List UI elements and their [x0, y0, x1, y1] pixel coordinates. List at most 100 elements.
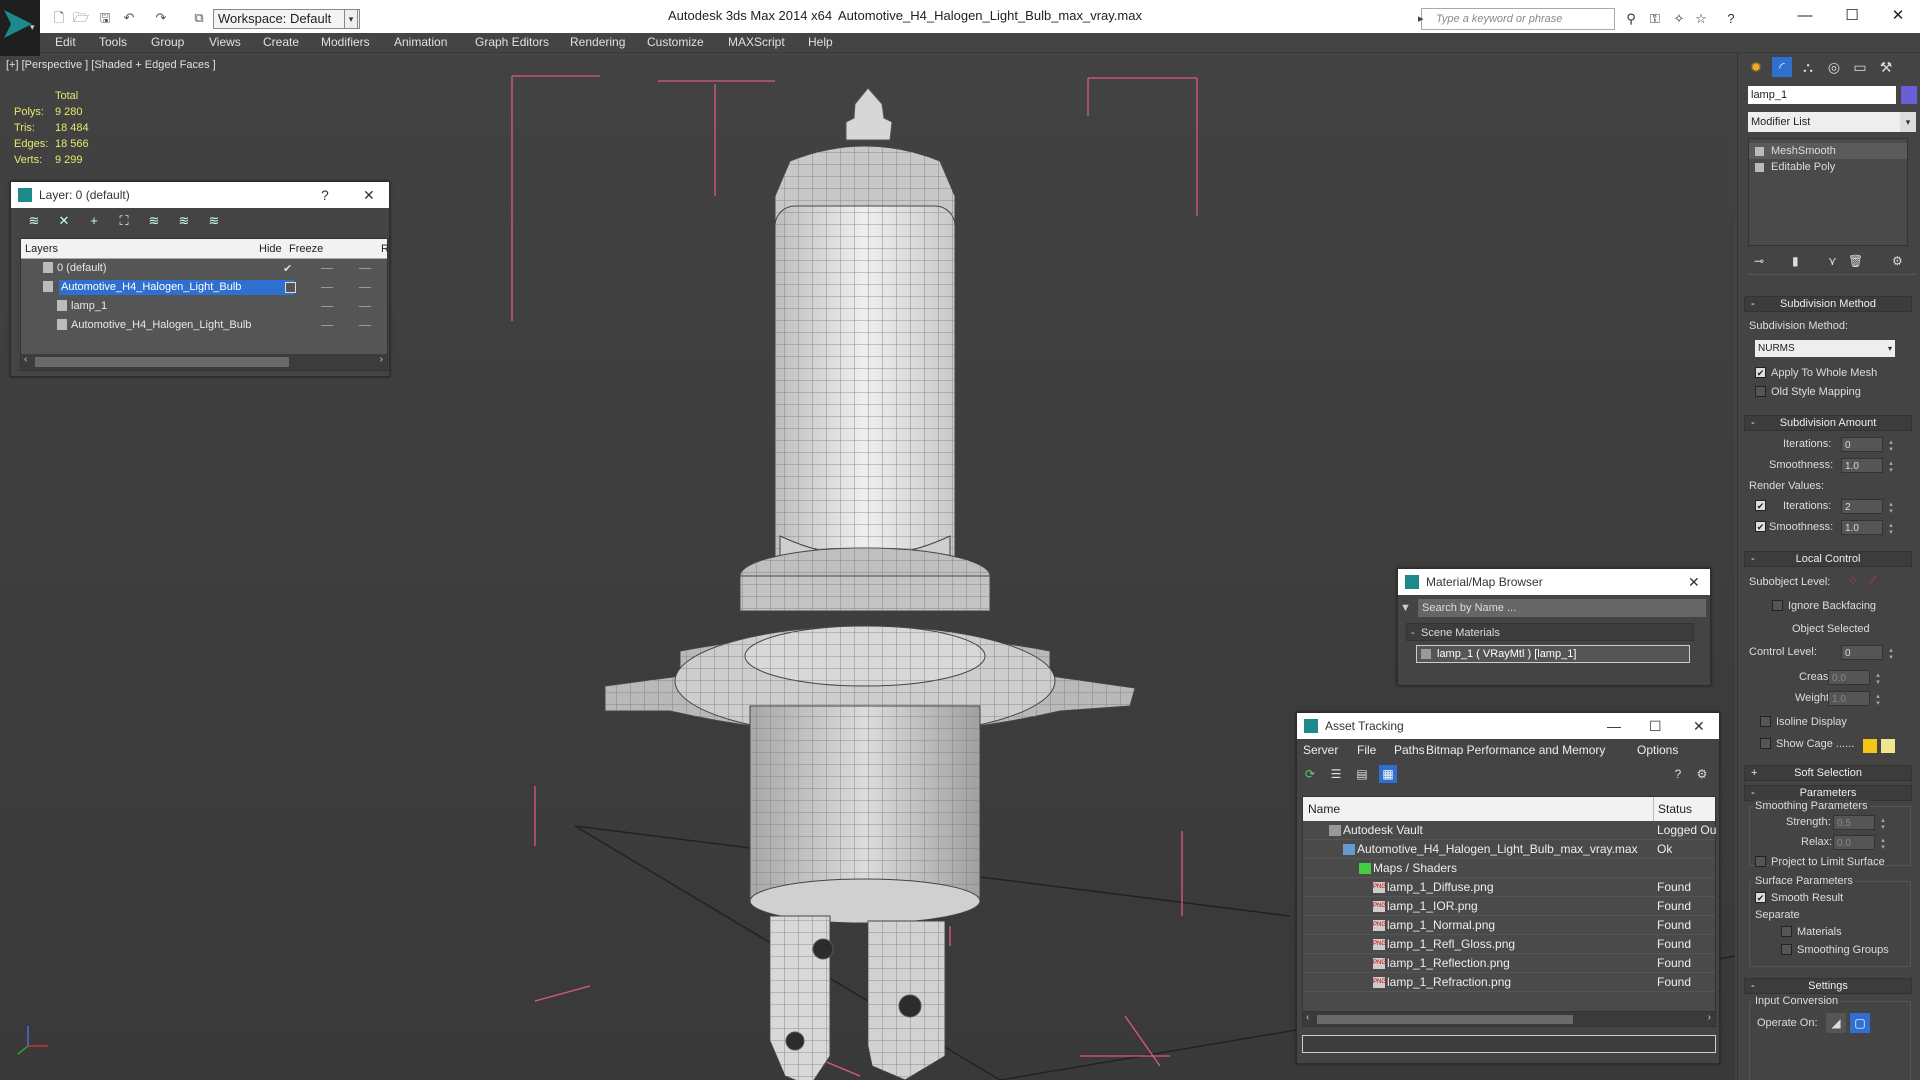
asset-tracking-titlebar[interactable]: Asset Tracking — ☐ ✕ [1297, 713, 1719, 739]
material-search-input[interactable]: ▼ Search by Name ... [1400, 599, 1706, 617]
asset-path-field[interactable] [1302, 1035, 1716, 1053]
ignore-backfacing-checkbox[interactable] [1772, 600, 1783, 611]
configure-sets-icon[interactable]: ⚙ [1892, 254, 1903, 268]
thumbnail-view-icon[interactable]: ▤ [1353, 765, 1371, 783]
lightbulb-icon[interactable] [1755, 147, 1764, 156]
weight-spinner[interactable]: 1.0 [1828, 691, 1881, 706]
old-style-mapping-checkbox[interactable] [1755, 386, 1766, 397]
strength-spinner[interactable]: 0.5 [1833, 815, 1886, 830]
utilities-tab-icon[interactable]: ⚒ [1876, 57, 1896, 77]
delete-layer-icon[interactable]: ✕ [55, 212, 73, 230]
menu-customize[interactable]: Customize [647, 35, 704, 49]
material-browser-titlebar[interactable]: Material/Map Browser ✕ [1398, 569, 1710, 595]
hide-toggle[interactable] [321, 306, 333, 307]
scroll-left-icon[interactable]: ‹ [24, 354, 27, 365]
column-name[interactable]: Name [1308, 802, 1340, 816]
close-icon[interactable]: ✕ [363, 182, 375, 208]
cage-selected-color-swatch[interactable] [1881, 739, 1895, 753]
separate-materials-checkbox[interactable] [1781, 926, 1792, 937]
asset-row[interactable]: Autodesk Vault Logged Ou [1303, 821, 1716, 840]
rollout-subdivision-method[interactable]: - Subdivision Method [1744, 296, 1912, 312]
menu-edit[interactable]: Edit [55, 35, 76, 49]
help-icon[interactable]: ? [1722, 10, 1740, 28]
layer-object-row[interactable]: Automotive_H4_Halogen_Light_Bulb [21, 316, 387, 335]
pin-stack-icon[interactable]: ⊸ [1754, 254, 1764, 268]
layer-row-selected[interactable]: Automotive_H4_Halogen_Light_Bulb [21, 278, 387, 297]
minimize-icon[interactable]: — [1785, 4, 1825, 28]
edge-level-icon[interactable]: ⟋ [1868, 574, 1876, 589]
new-file-icon[interactable]: 🗋 [50, 10, 68, 26]
asset-menu-server[interactable]: Server [1303, 743, 1338, 757]
close-icon[interactable]: ✕ [1688, 569, 1700, 595]
column-freeze[interactable]: Freeze [289, 243, 323, 255]
asset-row[interactable]: PNG lamp_1_IOR.png Found [1303, 897, 1715, 916]
rollout-parameters[interactable]: - Parameters [1744, 785, 1912, 801]
operate-on-triangles-icon[interactable]: ◢ [1826, 1013, 1846, 1033]
asset-menu-options[interactable]: Options [1637, 743, 1678, 757]
control-level-spinner[interactable]: 0 [1841, 645, 1894, 660]
hide-toggle[interactable] [321, 268, 333, 269]
operate-on-polygons-icon[interactable]: ▢ [1850, 1013, 1870, 1033]
vault-settings-icon[interactable]: ⚙ [1693, 765, 1711, 783]
relax-spinner[interactable]: 0.0 [1833, 835, 1886, 850]
asset-horizontal-scrollbar[interactable]: ‹ › [1302, 1011, 1716, 1027]
smooth-result-checkbox[interactable]: ✔ [1755, 892, 1766, 903]
freeze-toggle[interactable] [359, 325, 371, 326]
column-hide[interactable]: Hide [259, 243, 282, 255]
material-item[interactable]: lamp_1 ( VRayMtl ) [lamp_1] [1416, 645, 1690, 663]
freeze-all-layers-icon[interactable]: ≋ [205, 212, 223, 230]
freeze-toggle[interactable] [359, 268, 371, 269]
display-tab-icon[interactable]: ▭ [1850, 57, 1870, 77]
layer-manager-window[interactable]: Layer: 0 (default) ? ✕ ≋ ✕ + ⛶ ≋ ≋ ≋ Lay… [10, 181, 390, 377]
asset-menu-paths[interactable]: Paths [1394, 743, 1425, 757]
subscription-icon[interactable]: ⚿ [1646, 10, 1664, 28]
filter-icon[interactable]: ▼ [1400, 599, 1411, 617]
redo-icon[interactable]: ↷ [152, 10, 170, 26]
object-color-swatch[interactable] [1901, 86, 1917, 104]
apply-whole-mesh-checkbox[interactable]: ✔ [1755, 367, 1766, 378]
iterations-spinner[interactable]: 0 [1841, 437, 1894, 452]
expand-icon[interactable] [1755, 163, 1764, 172]
scroll-right-icon[interactable]: › [380, 354, 383, 365]
motion-tab-icon[interactable]: ◎ [1824, 57, 1844, 77]
crease-spinner[interactable]: 0.0 [1828, 670, 1881, 685]
create-tab-icon[interactable]: ✹ [1746, 57, 1766, 77]
minimize-icon[interactable]: — [1607, 713, 1621, 739]
modify-tab-icon[interactable]: ◜ [1772, 57, 1792, 77]
rollout-subdivision-amount[interactable]: - Subdivision Amount [1744, 415, 1912, 431]
rollout-settings[interactable]: - Settings [1744, 978, 1912, 994]
asset-tracking-window[interactable]: Asset Tracking — ☐ ✕ Server File Paths B… [1296, 712, 1720, 1064]
freeze-toggle[interactable] [359, 287, 371, 288]
column-layers[interactable]: Layers [25, 243, 58, 255]
close-icon[interactable]: ✕ [1693, 713, 1705, 739]
help-icon[interactable]: ? [321, 182, 329, 208]
asset-row[interactable]: Automotive_H4_Halogen_Light_Bulb_max_vra… [1303, 840, 1715, 859]
column-render[interactable]: R [381, 243, 389, 255]
binoculars-icon[interactable]: ⚲ [1622, 10, 1640, 28]
active-layer-checkbox[interactable] [285, 282, 296, 293]
menu-help[interactable]: Help [808, 35, 833, 49]
favorites-star-icon[interactable]: ☆ [1692, 10, 1710, 28]
asset-menu-bitmap-performance[interactable]: Bitmap Performance and Memory [1426, 743, 1605, 757]
hide-toggle[interactable] [321, 287, 333, 288]
remove-modifier-icon[interactable]: 🗑 [1848, 254, 1863, 268]
scrollbar-thumb[interactable] [35, 357, 289, 367]
close-icon[interactable]: ✕ [1878, 4, 1918, 28]
scroll-left-icon[interactable]: ‹ [1306, 1012, 1309, 1023]
undo-icon[interactable]: ↶ [120, 10, 138, 26]
menu-modifiers[interactable]: Modifiers [321, 35, 370, 49]
menu-views[interactable]: Views [209, 35, 241, 49]
menu-animation[interactable]: Animation [394, 35, 447, 49]
layer-object-row[interactable]: lamp_1 [21, 297, 387, 316]
rollout-local-control[interactable]: - Local Control [1744, 551, 1912, 567]
maximize-icon[interactable]: ☐ [1649, 713, 1662, 739]
scroll-right-icon[interactable]: › [1708, 1012, 1711, 1023]
hide-all-layers-icon[interactable]: ≋ [175, 212, 193, 230]
menu-graph-editors[interactable]: Graph Editors [475, 35, 549, 49]
layer-horizontal-scrollbar[interactable]: ‹ › [21, 354, 387, 370]
highlight-layer-icon[interactable]: ≋ [145, 212, 163, 230]
render-smoothness-spinner[interactable]: 1.0 [1841, 520, 1894, 535]
menu-tools[interactable]: Tools [99, 35, 127, 49]
save-file-icon[interactable]: 🖫 [96, 10, 114, 26]
scrollbar-thumb[interactable] [1317, 1015, 1573, 1024]
